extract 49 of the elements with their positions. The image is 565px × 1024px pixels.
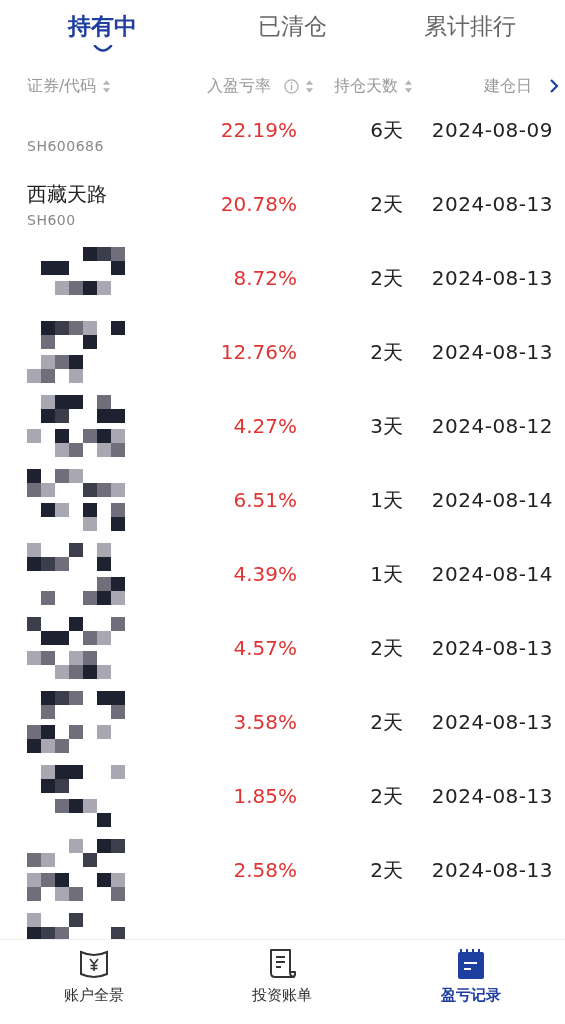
holding-days: 2天 — [297, 190, 403, 218]
profit-rate: 20.78% — [219, 192, 297, 216]
nav-item[interactable]: 投资账单 — [252, 940, 313, 1024]
profit-rate: 12.76% — [219, 340, 297, 364]
tab[interactable]: 累计排行 — [422, 8, 518, 44]
open-date: 2024-08-13 — [430, 192, 553, 216]
holding-days: 2天 — [297, 264, 403, 292]
tab[interactable]: 已清仓 — [256, 8, 329, 44]
open-date: 2024-08-13 — [430, 340, 553, 364]
holding-days: 6天 — [297, 116, 403, 144]
holding-days: 2天 — [297, 708, 403, 736]
nav-item[interactable]: 账户全景 — [64, 940, 125, 1024]
profit-rate: 4.27% — [232, 414, 297, 438]
open-date: 2024-08-14 — [430, 488, 553, 512]
column-header[interactable]: 持仓天数 — [334, 75, 398, 97]
sort-icon[interactable] — [102, 77, 112, 95]
holding-days: 3天 — [297, 412, 403, 440]
profit-rate: 22.19% — [219, 118, 297, 142]
tab-indicator-icon — [92, 45, 113, 53]
holding-days: 1天 — [297, 560, 403, 588]
profit-rate: 2.58% — [232, 858, 297, 882]
holding-days: 1天 — [297, 486, 403, 514]
open-date: 2024-08-12 — [430, 414, 553, 438]
stock-code: SH600 — [27, 212, 77, 228]
profit-rate: 1.85% — [232, 784, 297, 808]
profit-rate: 4.57% — [232, 636, 297, 660]
profit-rate: 3.58% — [232, 710, 297, 734]
sort-icon[interactable] — [305, 77, 314, 95]
nav-item[interactable]: 盈亏记录 — [440, 940, 501, 1024]
open-date: 2024-08-14 — [430, 562, 553, 586]
open-date: 2024-08-13 — [430, 710, 553, 734]
holding-days: 2天 — [297, 856, 403, 884]
stock-code: SH600686 — [27, 138, 105, 154]
open-date: 2024-08-09 — [430, 118, 553, 142]
open-date: 2024-08-13 — [430, 858, 553, 882]
sort-icon[interactable] — [404, 77, 413, 95]
profit-rate: 4.39% — [232, 562, 297, 586]
holding-days: 2天 — [297, 634, 403, 662]
open-date: 2024-08-13 — [430, 266, 553, 290]
holding-days: 2天 — [297, 338, 403, 366]
info-icon[interactable] — [284, 78, 299, 94]
profit-rate: 8.72% — [232, 266, 297, 290]
tab[interactable]: 持有中 — [66, 8, 139, 44]
holding-days: 2天 — [297, 782, 403, 810]
profit-rate: 6.51% — [232, 488, 297, 512]
column-header[interactable]: 入盈亏率 — [207, 75, 271, 97]
open-date: 2024-08-13 — [430, 636, 553, 660]
open-date: 2024-08-13 — [430, 784, 553, 808]
stock-name: 西藏天路 — [27, 180, 107, 208]
